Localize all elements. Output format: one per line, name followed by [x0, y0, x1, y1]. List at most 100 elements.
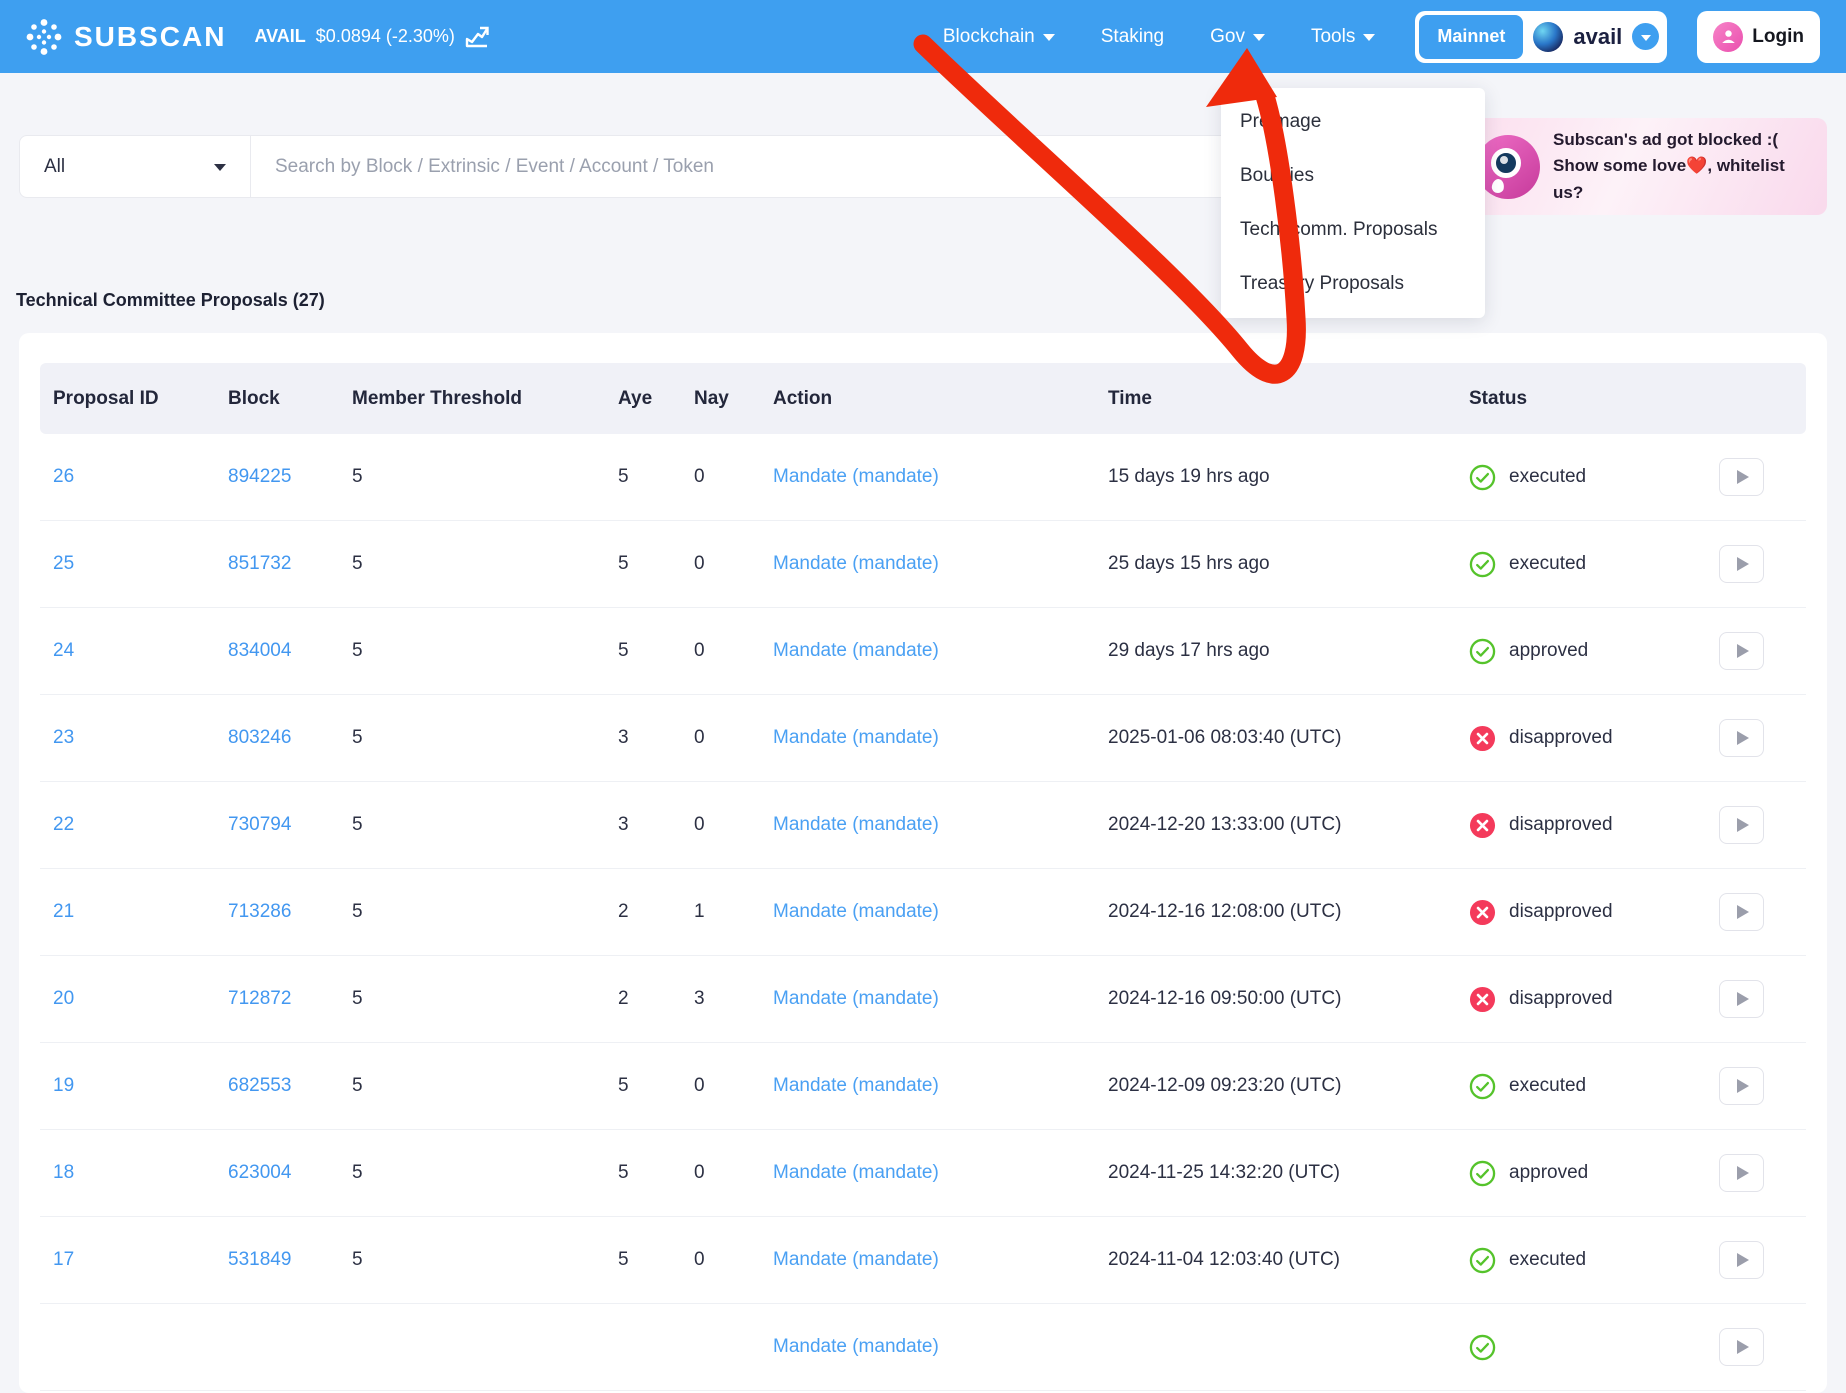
- action-link[interactable]: Mandate (mandate): [773, 1075, 1108, 1097]
- block-link[interactable]: 713286: [228, 901, 352, 923]
- subscan-logo[interactable]: SUBSCAN: [26, 18, 226, 56]
- status-success-icon: [1469, 1160, 1496, 1187]
- member-threshold-value: 5: [352, 1249, 618, 1271]
- nav-staking-label: Staking: [1101, 26, 1164, 48]
- member-threshold-value: 5: [352, 553, 618, 575]
- search-filter-value: All: [44, 156, 65, 178]
- block-link[interactable]: 682553: [228, 1075, 352, 1097]
- ad-blocked-banner[interactable]: Subscan's ad got blocked :( Show some lo…: [1462, 118, 1827, 215]
- table-row: 19 682553 5 5 0 Mandate (mandate) 2024-1…: [40, 1043, 1806, 1130]
- action-link[interactable]: Mandate (mandate): [773, 901, 1108, 923]
- action-link[interactable]: Mandate (mandate): [773, 640, 1108, 662]
- proposal-id-link[interactable]: 23: [53, 727, 228, 749]
- play-icon: [1737, 1253, 1749, 1267]
- row-detail-button[interactable]: [1719, 806, 1764, 844]
- status-label: approved: [1509, 1162, 1588, 1184]
- menu-item-tech-comm-proposals[interactable]: Tech. comm. Proposals: [1221, 203, 1485, 257]
- status-cell: disapproved: [1469, 812, 1699, 839]
- action-link[interactable]: Mandate (mandate): [773, 988, 1108, 1010]
- proposal-id-link[interactable]: 17: [53, 1249, 228, 1271]
- block-link[interactable]: 730794: [228, 814, 352, 836]
- action-link[interactable]: Mandate (mandate): [773, 814, 1108, 836]
- row-detail-button[interactable]: [1719, 1328, 1764, 1366]
- play-icon: [1737, 644, 1749, 658]
- chevron-down-icon: [1363, 34, 1375, 41]
- status-danger-icon: [1469, 986, 1496, 1013]
- proposal-id-link[interactable]: 18: [53, 1162, 228, 1184]
- action-link[interactable]: Mandate (mandate): [773, 553, 1108, 575]
- login-button[interactable]: Login: [1697, 11, 1820, 63]
- row-detail-button[interactable]: [1719, 1241, 1764, 1279]
- action-link[interactable]: Mandate (mandate): [773, 466, 1108, 488]
- block-link[interactable]: 712872: [228, 988, 352, 1010]
- block-link[interactable]: 834004: [228, 640, 352, 662]
- status-danger-icon: [1469, 812, 1496, 839]
- aye-value: 3: [618, 727, 694, 749]
- nav-staking[interactable]: Staking: [1101, 26, 1164, 48]
- network-dropdown-button[interactable]: [1632, 23, 1659, 50]
- proposal-id-link[interactable]: 22: [53, 814, 228, 836]
- user-avatar-icon: [1713, 22, 1743, 52]
- price-chart-icon[interactable]: [465, 26, 489, 48]
- column-header-status: Status: [1469, 388, 1699, 410]
- row-detail-button[interactable]: [1719, 893, 1764, 931]
- nay-value: 0: [694, 1249, 773, 1271]
- nav-gov[interactable]: Gov: [1210, 26, 1265, 48]
- proposal-id-link[interactable]: 21: [53, 901, 228, 923]
- action-link[interactable]: Mandate (mandate): [773, 1336, 1108, 1358]
- play-icon: [1737, 818, 1749, 832]
- status-cell: executed: [1469, 1247, 1699, 1274]
- proposal-id-link[interactable]: 19: [53, 1075, 228, 1097]
- status-cell: executed: [1469, 551, 1699, 578]
- table-row: 22 730794 5 3 0 Mandate (mandate) 2024-1…: [40, 782, 1806, 869]
- time-value: 2024-12-16 09:50:00 (UTC): [1108, 988, 1469, 1010]
- block-link[interactable]: 894225: [228, 466, 352, 488]
- nay-value: 0: [694, 727, 773, 749]
- proposal-id-link[interactable]: 24: [53, 640, 228, 662]
- nay-value: 0: [694, 466, 773, 488]
- aye-value: 5: [618, 1249, 694, 1271]
- time-value: 2024-12-16 12:08:00 (UTC): [1108, 901, 1469, 923]
- aye-value: 5: [618, 1162, 694, 1184]
- table-row: 24 834004 5 5 0 Mandate (mandate) 29 day…: [40, 608, 1806, 695]
- row-detail-button[interactable]: [1719, 545, 1764, 583]
- play-icon: [1737, 1340, 1749, 1354]
- nav-tools[interactable]: Tools: [1311, 26, 1375, 48]
- status-label: executed: [1509, 1075, 1586, 1097]
- menu-item-treasury-proposals[interactable]: Treasury Proposals: [1221, 257, 1485, 311]
- status-label: disapproved: [1509, 988, 1613, 1010]
- row-detail-button[interactable]: [1719, 1154, 1764, 1192]
- menu-item-bounties[interactable]: Bounties: [1221, 149, 1485, 203]
- mainnet-button[interactable]: Mainnet: [1419, 15, 1523, 59]
- action-link[interactable]: Mandate (mandate): [773, 727, 1108, 749]
- time-value: 25 days 15 hrs ago: [1108, 553, 1469, 575]
- aye-value: 5: [618, 553, 694, 575]
- table-row: Mandate (mandate): [40, 1304, 1806, 1391]
- action-link[interactable]: Mandate (mandate): [773, 1249, 1108, 1271]
- play-icon: [1737, 992, 1749, 1006]
- row-detail-button[interactable]: [1719, 719, 1764, 757]
- aye-value: 3: [618, 814, 694, 836]
- row-detail-button[interactable]: [1719, 632, 1764, 670]
- nav-tools-label: Tools: [1311, 26, 1355, 48]
- aye-value: 5: [618, 466, 694, 488]
- proposal-id-link[interactable]: 20: [53, 988, 228, 1010]
- status-success-icon: [1469, 1073, 1496, 1100]
- status-label: executed: [1509, 466, 1586, 488]
- proposal-id-link[interactable]: 26: [53, 466, 228, 488]
- menu-item-preimage[interactable]: Preimage: [1221, 95, 1485, 149]
- block-link[interactable]: 851732: [228, 553, 352, 575]
- chevron-down-icon: [214, 164, 226, 171]
- row-detail-button[interactable]: [1719, 1067, 1764, 1105]
- table-body: 26 894225 5 5 0 Mandate (mandate) 15 day…: [40, 434, 1806, 1391]
- time-value: 2024-11-25 14:32:20 (UTC): [1108, 1162, 1469, 1184]
- block-link[interactable]: 803246: [228, 727, 352, 749]
- action-link[interactable]: Mandate (mandate): [773, 1162, 1108, 1184]
- row-detail-button[interactable]: [1719, 980, 1764, 1018]
- proposal-id-link[interactable]: 25: [53, 553, 228, 575]
- block-link[interactable]: 531849: [228, 1249, 352, 1271]
- nav-blockchain[interactable]: Blockchain: [943, 26, 1055, 48]
- search-filter-select[interactable]: All: [20, 136, 251, 197]
- block-link[interactable]: 623004: [228, 1162, 352, 1184]
- row-detail-button[interactable]: [1719, 458, 1764, 496]
